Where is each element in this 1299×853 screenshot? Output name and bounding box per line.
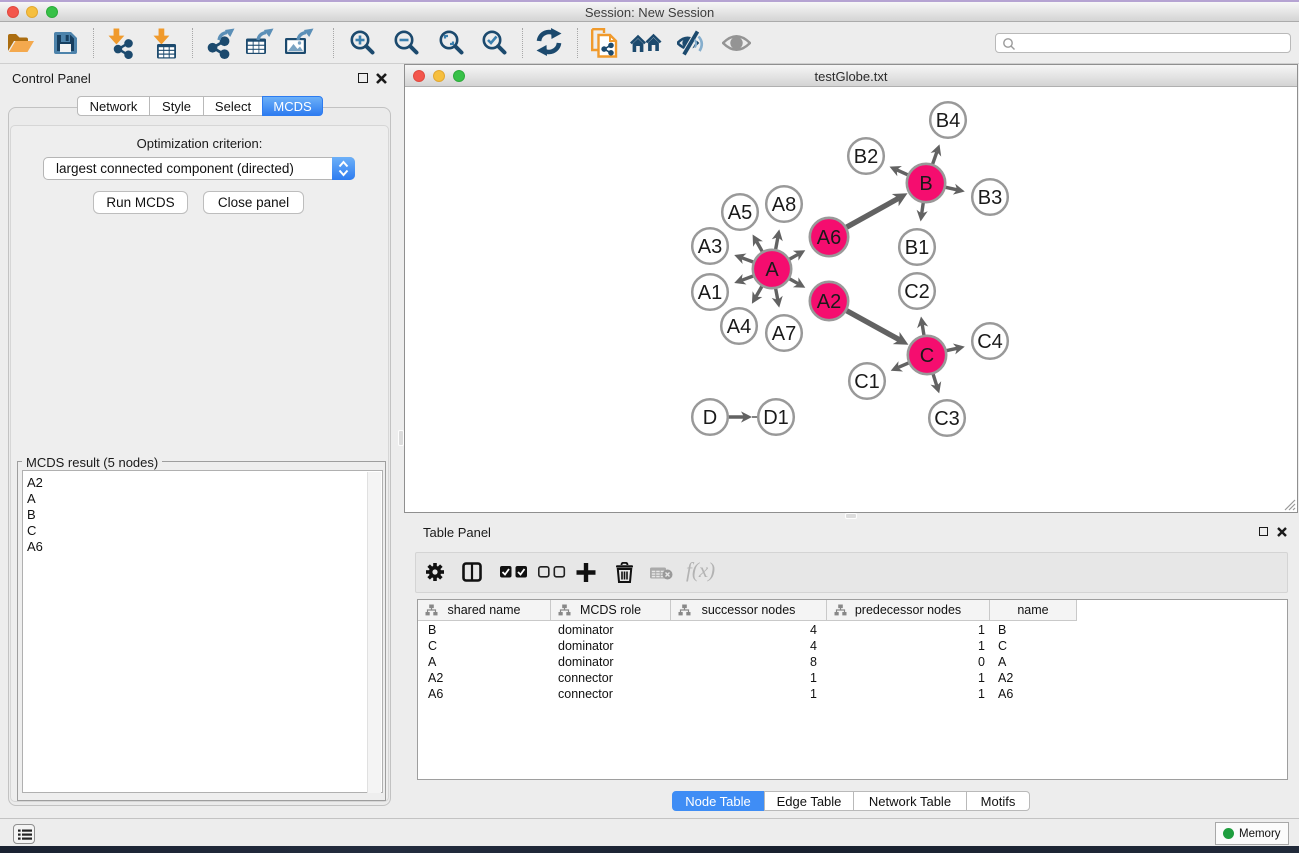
svg-text:A3: A3 [698,236,722,258]
svg-text:C3: C3 [934,408,960,430]
svg-text:C2: C2 [904,281,930,303]
svg-text:B1: B1 [905,237,929,259]
svg-text:B: B [919,173,932,195]
svg-text:B2: B2 [854,146,878,168]
svg-text:A4: A4 [727,316,751,338]
svg-text:C4: C4 [977,331,1003,353]
svg-text:D1: D1 [763,407,789,429]
svg-text:C: C [920,345,934,367]
svg-text:A: A [765,259,779,281]
svg-text:D: D [703,407,717,429]
svg-text:A6: A6 [817,227,841,249]
svg-text:A5: A5 [728,202,752,224]
svg-text:A2: A2 [817,291,841,313]
svg-text:B3: B3 [978,187,1002,209]
svg-text:A8: A8 [772,194,796,216]
svg-text:A7: A7 [772,323,796,345]
svg-text:C1: C1 [854,371,880,393]
svg-text:A1: A1 [698,282,722,304]
svg-text:B4: B4 [936,110,960,132]
